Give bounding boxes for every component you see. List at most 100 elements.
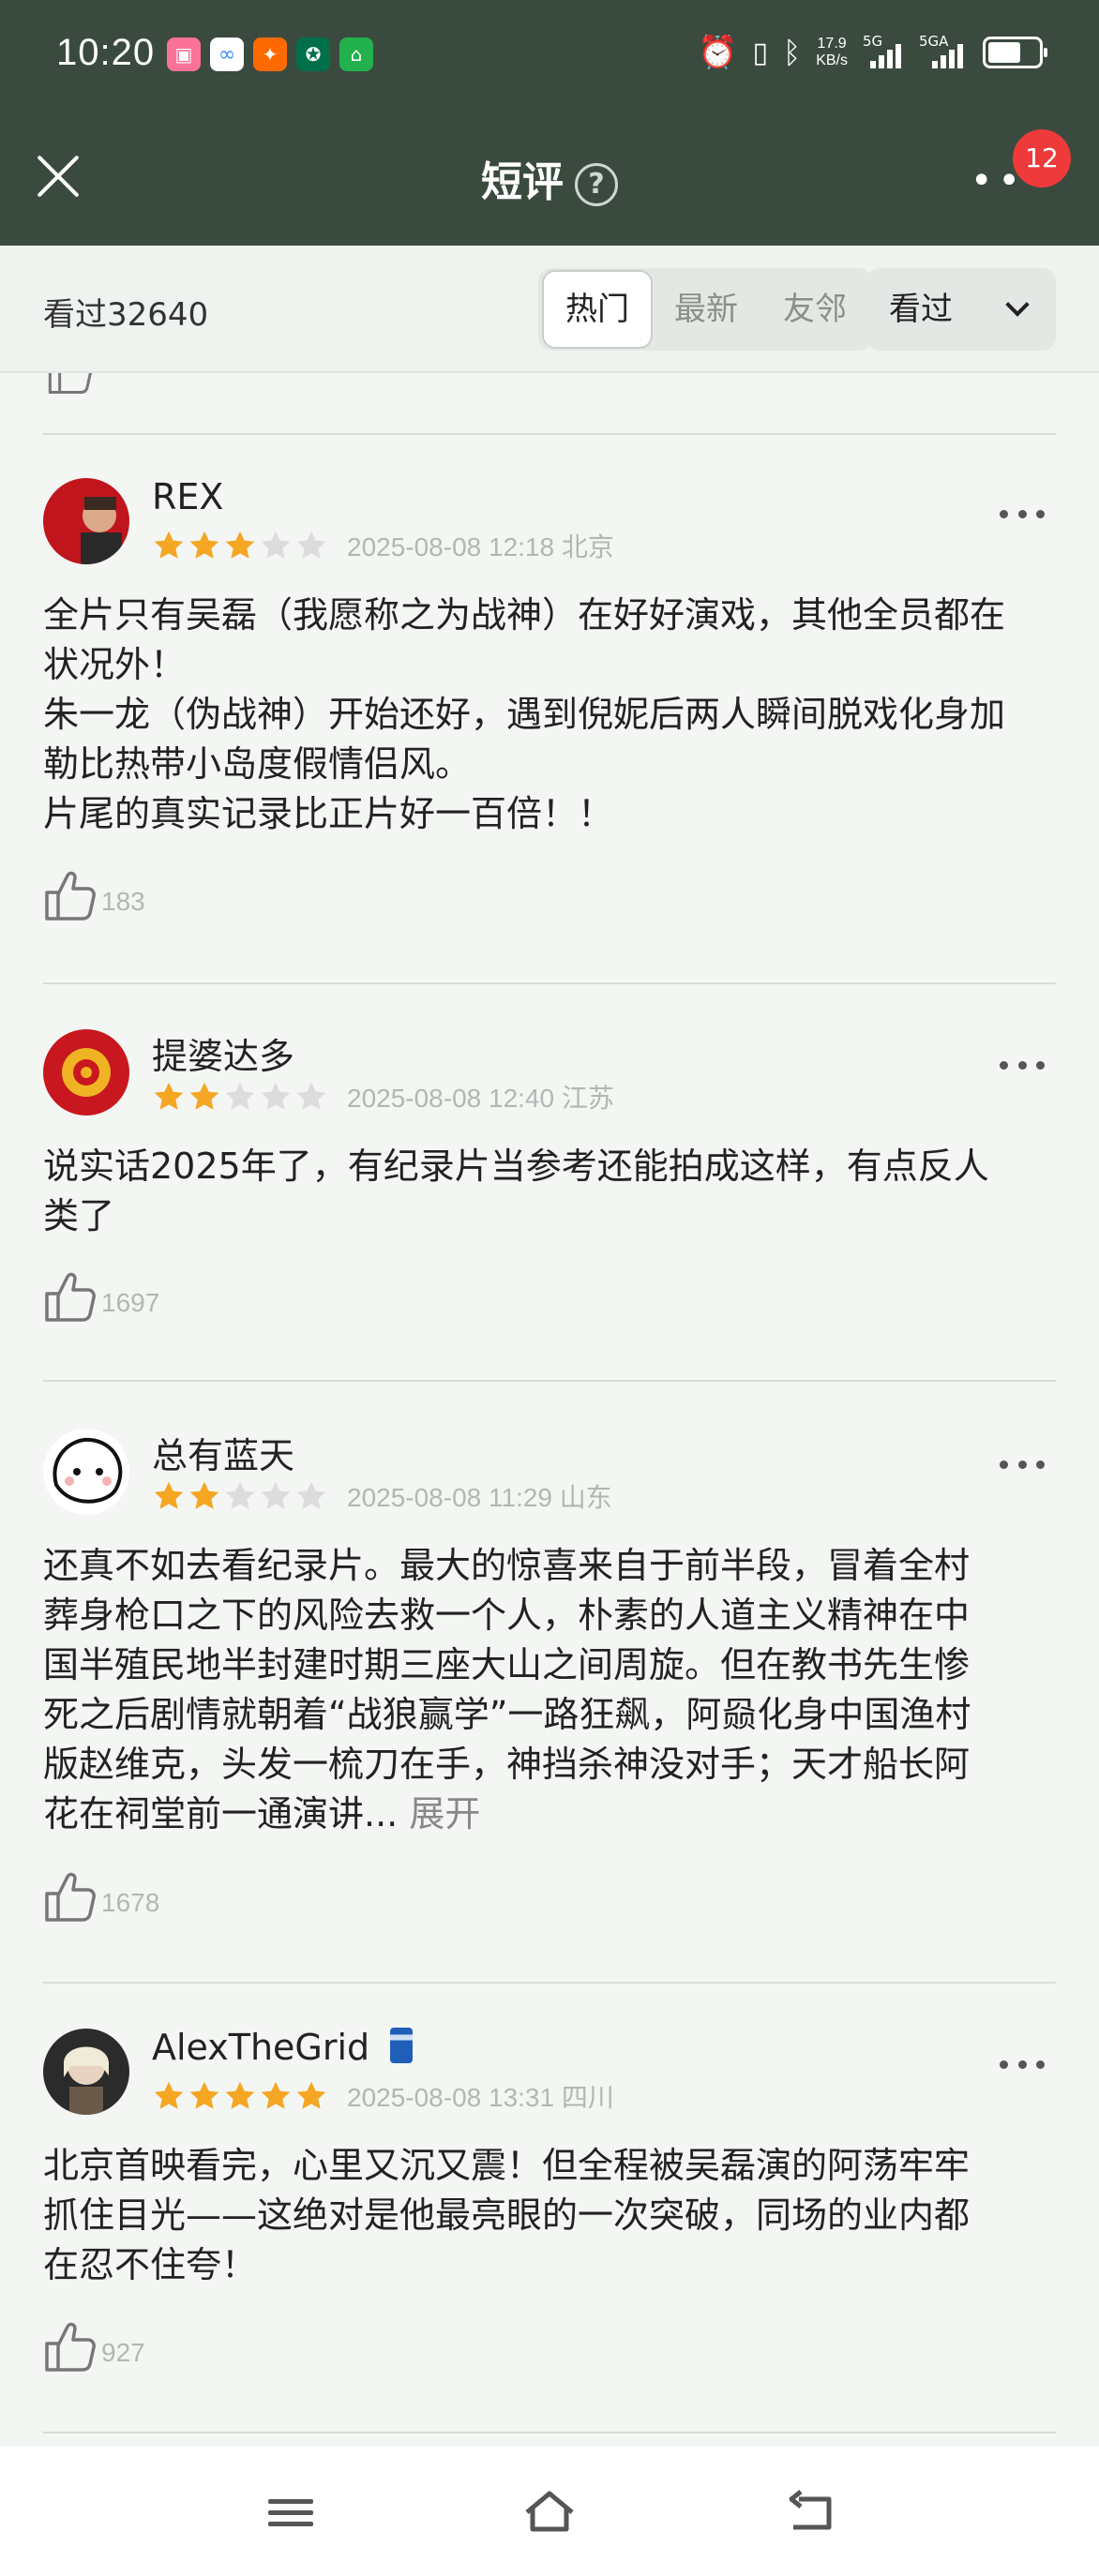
divider [43, 1982, 1056, 1984]
thumbs-up-icon [45, 871, 96, 921]
like-button[interactable]: 1697 [43, 1264, 159, 1324]
username[interactable]: 总有蓝天 [152, 1427, 294, 1478]
chevron-down-icon [1005, 292, 1030, 317]
tab-friends[interactable]: 友邻 [760, 268, 870, 351]
star-filled-icon [296, 2081, 326, 2109]
tab-latest[interactable]: 最新 [651, 268, 761, 351]
username[interactable]: REX [152, 476, 223, 517]
notification-app-icons: ▣ ∞ ✦ ✪ ⌂ [167, 37, 373, 71]
like-count: 183 [101, 887, 145, 916]
notification-badge[interactable]: 12 [1013, 129, 1071, 187]
avatar[interactable] [43, 1429, 129, 1515]
tab-hot[interactable]: 热门 [542, 270, 653, 349]
rating-stars [152, 2079, 328, 2113]
thumbs-up-icon [48, 373, 92, 395]
comment-item: REX 2025-08-08 12:18 北京 全片只有吴磊（我愿称之为战神）在… [43, 476, 1056, 928]
comment-item: AlexTheGrid 2025-08-08 13:31 四川 北京首映看完，心… [43, 2027, 1056, 2422]
filter-bar: 看过32640 热门 最新 友邻 看过 [0, 246, 1099, 373]
bilibili-icon: ▣ [167, 37, 201, 71]
like-button[interactable]: 1678 [43, 1864, 159, 1924]
comment-more-button[interactable] [1000, 504, 1045, 523]
header: 短评? •• 12 [0, 122, 1099, 234]
page-title: 短评? [0, 148, 1099, 208]
expand-link[interactable]: 展开 [409, 1793, 480, 1835]
comment-more-button[interactable] [1000, 2055, 1045, 2074]
star-empty-icon [225, 1481, 255, 1509]
watched-count: 看过32640 [43, 296, 209, 334]
home-icon: ⌂ [339, 37, 373, 71]
star-filled-icon [154, 1082, 184, 1110]
menu-icon[interactable] [263, 2486, 319, 2539]
comment-more-button[interactable] [1000, 1056, 1045, 1074]
top-bar: 10:20 ▣ ∞ ✦ ✪ ⌂ ⏰ ▯ ᛒ 17.9 KB/s 5G 5GA 短… [0, 0, 1099, 246]
vibrate-icon: ▯ [752, 36, 768, 69]
baidu-netdisk-icon: ∞ [210, 37, 244, 71]
comment-date-location: 2025-08-08 11:29 山东 [347, 1483, 612, 1512]
star-empty-icon [296, 1082, 326, 1110]
status-time: 10:20 [56, 32, 156, 73]
like-count: 927 [101, 2338, 145, 2367]
comment-meta: 2025-08-08 13:31 四川 [152, 2077, 614, 2115]
comment-meta: 2025-08-08 12:40 江苏 [152, 1078, 614, 1116]
star-filled-icon [225, 2081, 255, 2109]
rating-stars [152, 529, 328, 562]
avatar[interactable] [43, 1029, 129, 1116]
thumbs-up-icon [45, 1272, 96, 1322]
beer-can-icon [390, 2028, 414, 2063]
home-icon[interactable] [521, 2486, 578, 2539]
comment-list[interactable]: REX 2025-08-08 12:18 北京 全片只有吴磊（我愿称之为战神）在… [43, 373, 1056, 2447]
thumbs-up-icon [45, 2322, 96, 2372]
star-empty-icon [261, 531, 291, 559]
thumbs-up-icon [45, 1872, 96, 1922]
star-empty-icon [261, 1481, 291, 1509]
back-icon[interactable] [782, 2486, 838, 2539]
star-filled-icon [189, 531, 219, 559]
like-count: 1697 [101, 1288, 160, 1317]
comment-text: 说实话2025年了，有纪录片当参考还能拍成这样，有点反人 类了 [43, 1146, 989, 1236]
comment-item: 总有蓝天 2025-08-08 11:29 山东 还真不如去看纪录片。最大的惊喜… [43, 1429, 1056, 1954]
star-filled-icon [225, 531, 255, 559]
star-filled-icon [189, 1082, 219, 1110]
comment-more-button[interactable] [1000, 1455, 1045, 1474]
like-button[interactable]: 183 [43, 862, 145, 922]
username[interactable]: 提婆达多 [152, 1027, 294, 1079]
watched-dropdown[interactable]: 看过 [866, 268, 1056, 351]
system-nav-bar [0, 2447, 1099, 2576]
rating-stars [152, 1080, 328, 1114]
comment-date-location: 2025-08-08 13:31 四川 [347, 2083, 614, 2112]
comment-meta: 2025-08-08 11:29 山东 [152, 1477, 612, 1515]
comment-date-location: 2025-08-08 12:18 北京 [347, 532, 614, 562]
rating-stars [152, 1479, 328, 1513]
status-bar: 10:20 ▣ ∞ ✦ ✪ ⌂ ⏰ ▯ ᛒ 17.9 KB/s 5G 5GA [0, 0, 1099, 112]
sort-tabs: 热门 最新 友邻 [538, 268, 872, 351]
system-icons: ⏰ ▯ ᛒ 17.9 KB/s 5G 5GA [698, 33, 1047, 71]
like-button[interactable]: 927 [43, 2314, 145, 2374]
star-filled-icon [154, 2081, 184, 2109]
net-speed: 17.9 KB/s [816, 36, 848, 68]
star-filled-icon [154, 531, 184, 559]
username[interactable]: AlexTheGrid [152, 2027, 414, 2068]
comment-date-location: 2025-08-08 12:40 江苏 [347, 1084, 614, 1113]
alarm-icon: ⏰ [698, 34, 738, 71]
divider [43, 1380, 1056, 1382]
comment-item: 提婆达多 2025-08-08 12:40 江苏 说实话2025年了，有纪录片当… [43, 1029, 1056, 1339]
divider [43, 433, 1056, 435]
star-filled-icon [189, 2081, 219, 2109]
star-filled-icon [189, 1481, 219, 1509]
avatar[interactable] [43, 2029, 129, 2115]
like-count: 1678 [101, 1888, 160, 1917]
star-filled-icon [261, 2081, 291, 2109]
star-empty-icon [225, 1082, 255, 1110]
star-empty-icon [296, 1481, 326, 1509]
like-button[interactable] [43, 373, 96, 396]
divider [43, 982, 1056, 984]
avatar[interactable] [43, 478, 129, 564]
taobao-icon: ✦ [253, 37, 287, 71]
comment-meta: 2025-08-08 12:18 北京 [152, 527, 614, 564]
starbucks-icon: ✪ [296, 37, 330, 71]
battery-icon [983, 37, 1047, 68]
divider [43, 2432, 1056, 2434]
bluetooth-icon: ᛒ [783, 35, 802, 70]
star-empty-icon [261, 1082, 291, 1110]
help-icon[interactable]: ? [575, 163, 618, 206]
